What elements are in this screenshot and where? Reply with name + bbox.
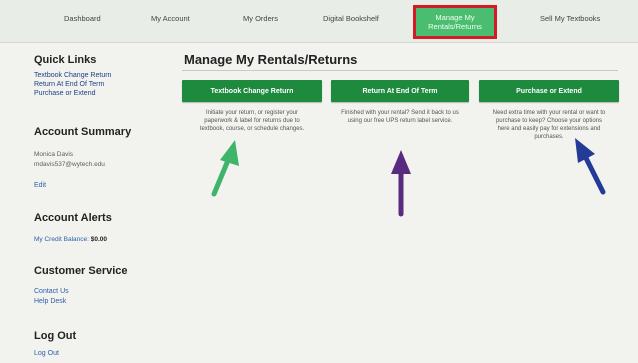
blue-arrow-icon xyxy=(575,138,606,195)
annotation-arrows xyxy=(211,138,606,217)
green-arrow-icon xyxy=(211,140,239,197)
purple-arrow-icon xyxy=(391,150,411,217)
